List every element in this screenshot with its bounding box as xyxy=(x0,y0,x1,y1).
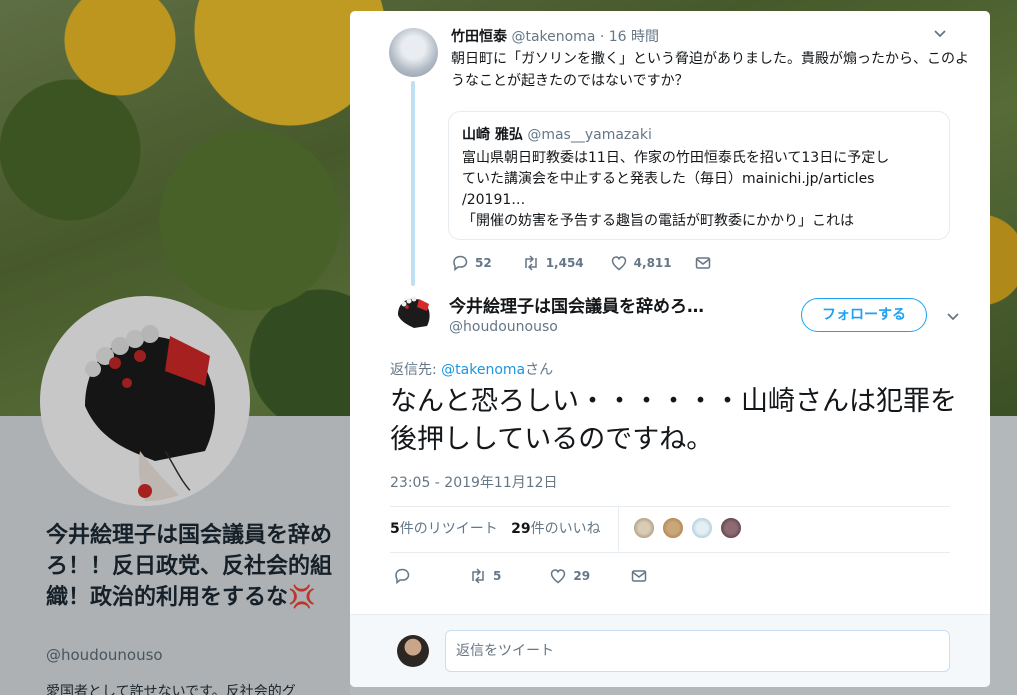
parent-tweet-text: 朝日町に「ガソリンを撒く」という脅迫がありました。貴殿が煽ったから、このようなこ… xyxy=(451,51,969,89)
liker-avatar[interactable] xyxy=(719,516,743,540)
reply-icon xyxy=(453,255,468,272)
quoted-tweet-line: 富山県朝日町教委は11日、作家の竹田恒泰氏を招いて13日に予定し xyxy=(462,150,890,166)
like-stats-link[interactable]: 29件のいいね xyxy=(511,521,600,537)
follow-button[interactable]: フォローする xyxy=(801,298,927,332)
main-tweet-menu-chevron-down-icon[interactable] xyxy=(945,308,961,328)
reply-input[interactable] xyxy=(445,630,950,672)
main-dm-button[interactable] xyxy=(630,567,654,585)
parent-tweet-handle[interactable]: @takenoma xyxy=(511,29,595,45)
parent-tweet-menu-chevron-down-icon[interactable] xyxy=(932,25,948,45)
main-tweet-timestamp[interactable]: 23:05 - 2019年11月12日 xyxy=(390,472,558,492)
main-like-button[interactable]: 29 xyxy=(549,567,590,585)
main-tweet-actions: 5 29 xyxy=(393,567,676,585)
quoted-tweet-line: /20191… xyxy=(462,192,526,208)
quoted-tweet-author: 山崎 雅弘 xyxy=(462,127,523,143)
main-tweet-author-name: 今井絵理子は国会議員を辞めろ… xyxy=(449,297,704,317)
parent-tweet-actions: 52 1,454 4,811 xyxy=(451,254,740,272)
stats-separator xyxy=(618,507,619,551)
heart-icon xyxy=(611,256,626,271)
liker-avatar[interactable] xyxy=(661,516,685,540)
parent-tweet-author[interactable]: 竹田恒泰 xyxy=(451,29,507,45)
engagement-stats: 5件のリツイート 29件のいいね xyxy=(390,518,601,538)
parent-retweet-count: 1,454 xyxy=(545,256,584,270)
reply-icon xyxy=(395,568,410,585)
thread-connector xyxy=(411,81,415,286)
like-stat-count: 29 xyxy=(511,521,531,537)
parent-tweet-header: 竹田恒泰 @takenoma · 16 時間 xyxy=(451,26,659,46)
parent-retweet-button[interactable]: 1,454 xyxy=(522,254,584,272)
reply-to-suffix: さん xyxy=(525,362,554,378)
tweet-modal: 竹田恒泰 @takenoma · 16 時間 朝日町に「ガソリンを撒く」という脅… xyxy=(350,11,990,687)
main-like-count: 29 xyxy=(573,569,591,583)
parent-tweet-time[interactable]: · 16 時間 xyxy=(600,29,659,45)
retweet-stats-link[interactable]: 5件のリツイート xyxy=(390,521,498,537)
parent-reply-count: 52 xyxy=(475,256,492,270)
maiko-avatar-illustration xyxy=(390,291,436,337)
parent-like-button[interactable]: 4,811 xyxy=(610,254,672,272)
main-retweet-button[interactable]: 5 xyxy=(469,567,501,585)
main-reply-button[interactable] xyxy=(393,567,417,585)
current-user-avatar xyxy=(397,635,429,667)
liker-avatar[interactable] xyxy=(632,516,656,540)
retweet-stat-count: 5 xyxy=(390,521,400,537)
reply-bar xyxy=(350,614,990,687)
main-tweet-avatar[interactable] xyxy=(390,291,436,337)
main-tweet-author[interactable]: 今井絵理子は国会議員を辞めろ… xyxy=(449,292,794,317)
reply-to-line: 返信先: @takenomaさん xyxy=(390,359,553,379)
retweet-icon xyxy=(472,568,484,584)
retweet-icon xyxy=(524,255,537,271)
heart-icon xyxy=(551,569,566,584)
reply-to-prefix: 返信先: xyxy=(390,362,442,378)
parent-like-count: 4,811 xyxy=(633,256,672,270)
like-stat-label: 件のいいね xyxy=(530,521,601,537)
main-tweet-text: なんと恐ろしい・・・・・・山崎さんは犯罪を後押ししているのですね。 xyxy=(390,386,957,455)
quoted-tweet-header: 山崎 雅弘 @mas__yamazaki xyxy=(462,124,936,144)
envelope-icon xyxy=(695,257,710,269)
divider xyxy=(390,552,950,553)
envelope-icon xyxy=(631,570,647,582)
quoted-tweet-handle: @mas__yamazaki xyxy=(527,127,652,143)
liker-avatar[interactable] xyxy=(690,516,714,540)
quoted-tweet-line: ていた講演会を中止すると発表した（毎日）mainichi.jp/articles xyxy=(462,171,875,187)
divider xyxy=(390,506,950,507)
quoted-tweet-line: 「開催の妨害を予告する趣旨の電話が町教委にかかり」これは xyxy=(462,213,854,229)
retweet-stat-label: 件のリツイート xyxy=(399,521,498,537)
main-tweet-handle[interactable]: @houdounouso xyxy=(449,319,558,335)
quoted-tweet[interactable]: 山崎 雅弘 @mas__yamazaki 富山県朝日町教委は11日、作家の竹田恒… xyxy=(448,111,950,240)
quoted-tweet-text: 富山県朝日町教委は11日、作家の竹田恒泰氏を招いて13日に予定し ていた講演会を… xyxy=(462,148,937,232)
parent-tweet-avatar[interactable] xyxy=(389,28,438,77)
reply-to-link[interactable]: @takenoma xyxy=(441,362,525,378)
parent-dm-button[interactable] xyxy=(694,254,718,272)
main-retweet-count: 5 xyxy=(493,569,502,583)
parent-reply-button[interactable]: 52 xyxy=(451,254,492,272)
